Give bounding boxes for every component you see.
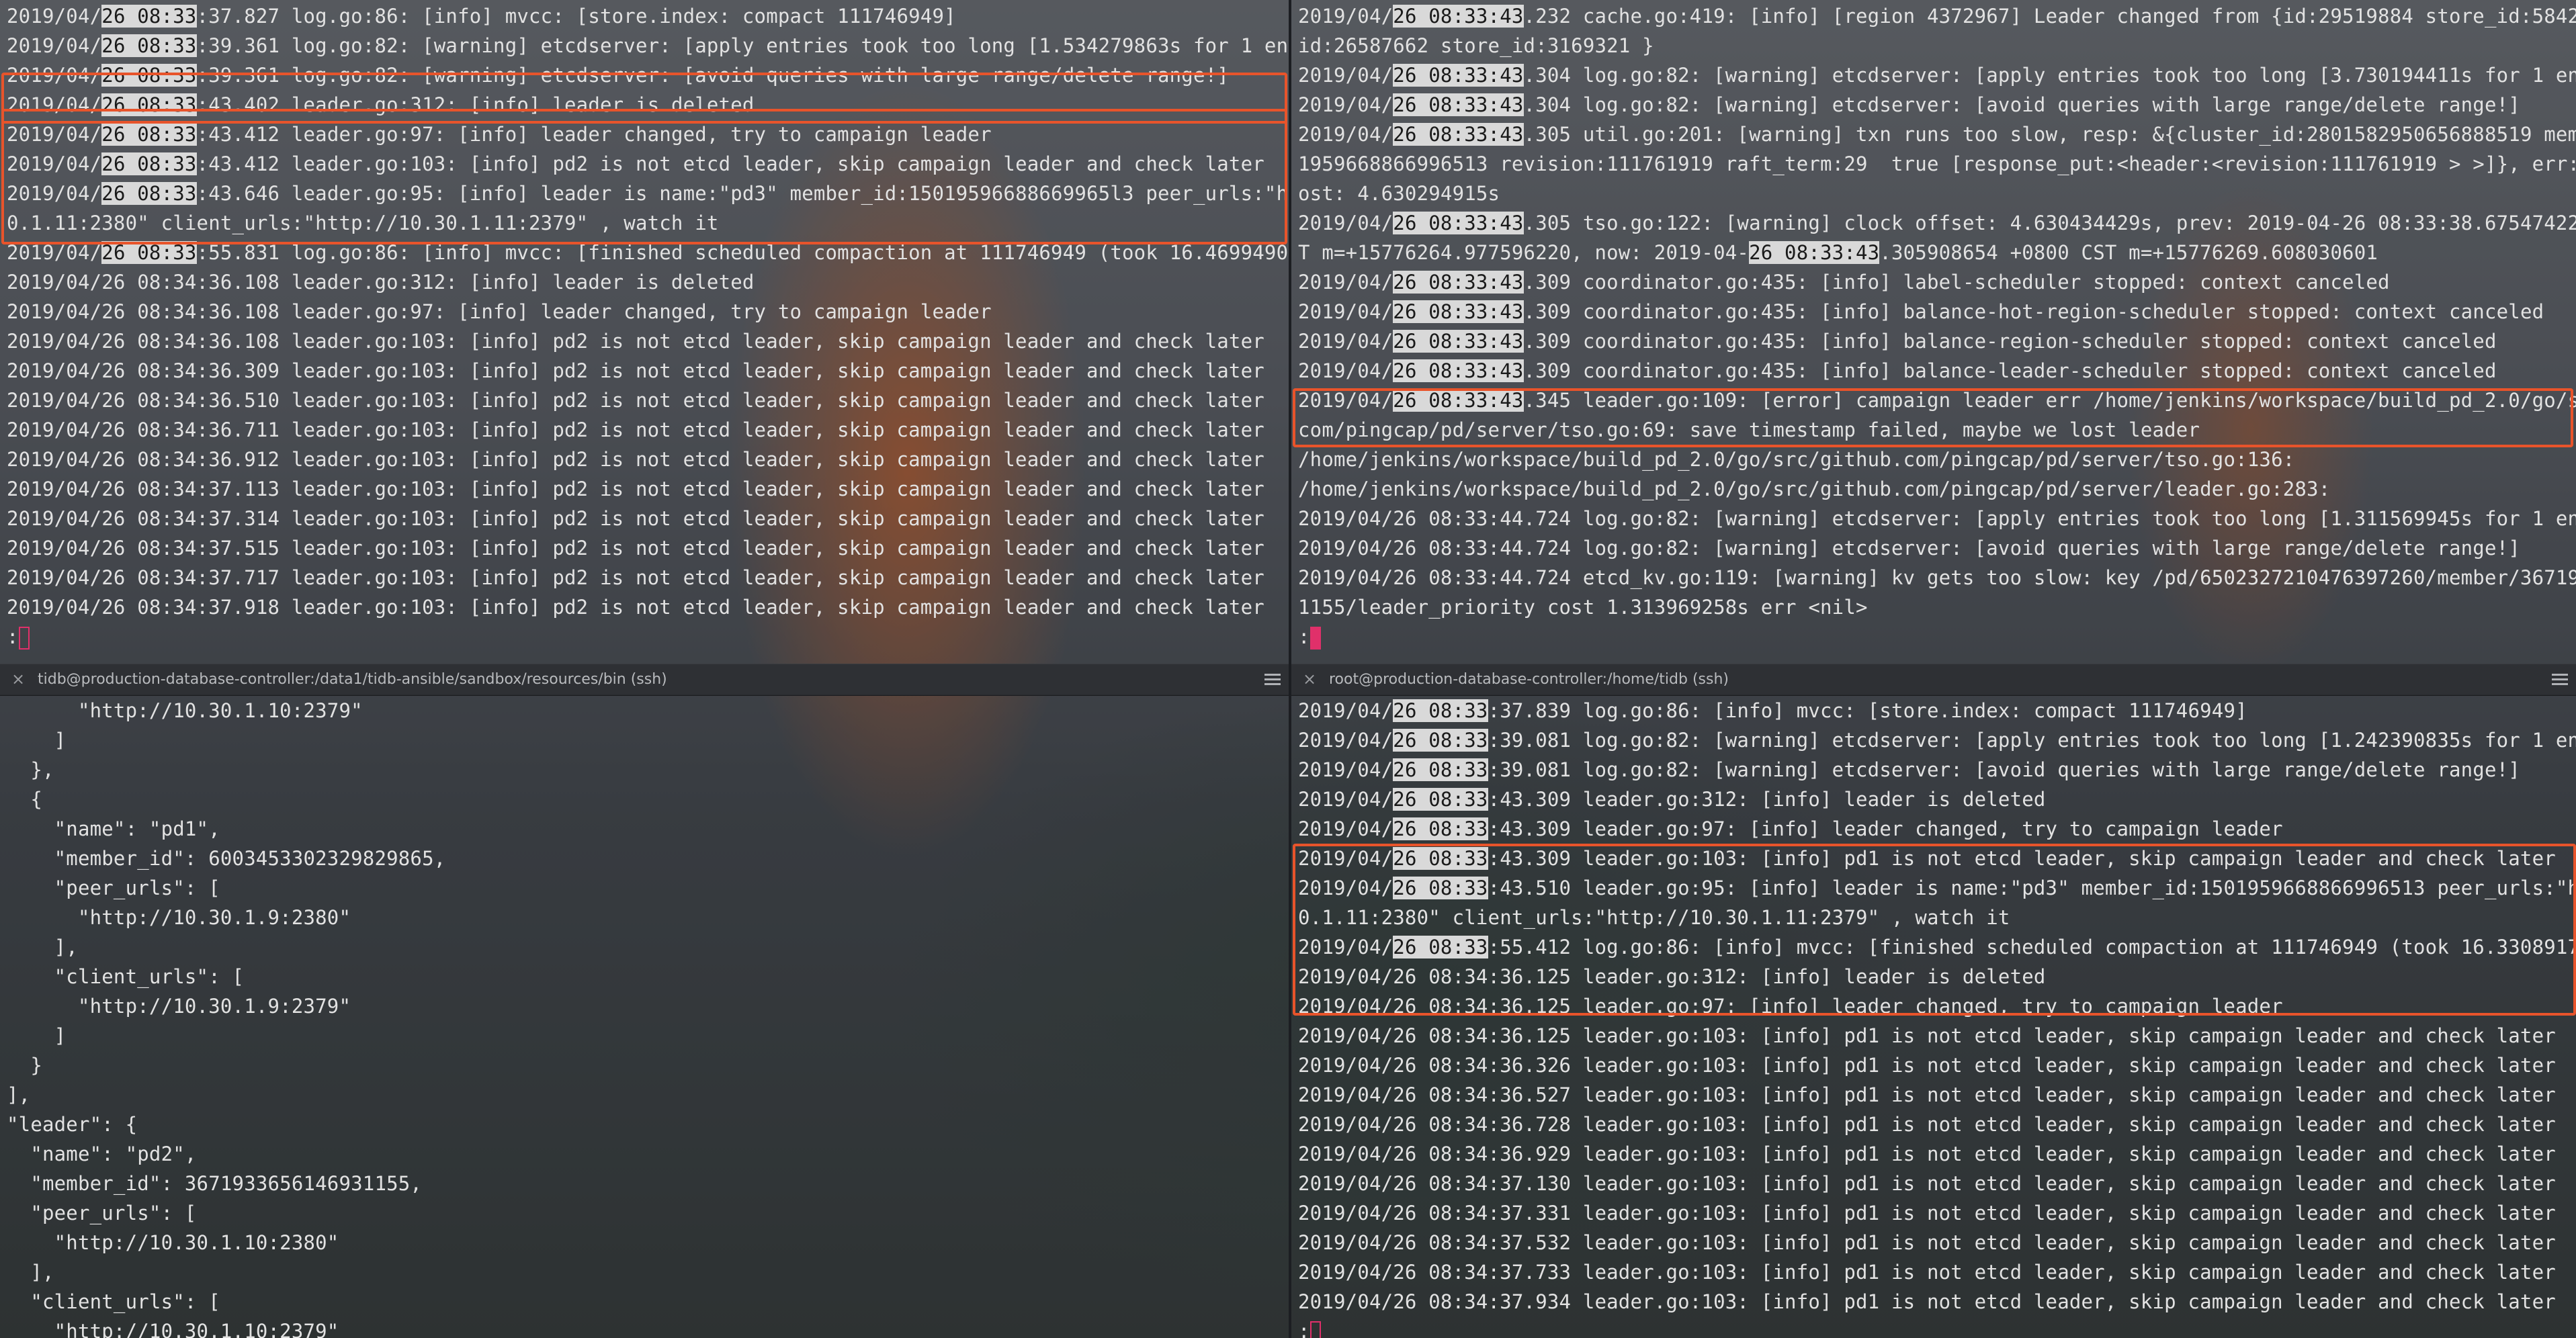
command-prompt[interactable]: : [1298,622,2576,652]
hamburger-menu-icon[interactable] [1264,674,1281,686]
log-line: 2019/04/26 08:34:36.912 leader.go:103: [… [7,448,1264,471]
log-line: 2019/04/26 08:33:44.724 log.go:82: [warn… [1298,507,2576,530]
log-line: 2019/04/26 08:34:36.510 leader.go:103: [… [7,389,1264,412]
log-line: 2019/04/26 08:33:43.232 cache.go:419: [i… [1298,5,2576,28]
log-line: 2019/04/26 08:34:37.130 leader.go:103: [… [1298,1172,2556,1195]
log-line: "member_id": 3671933656146931155, [7,1172,423,1195]
terminal-pane-top-right[interactable]: 2019/04/26 08:33:43.232 cache.go:419: [i… [1291,0,2576,664]
log-line: 2019/04/26 08:33:43.309 coordinator.go:4… [1298,300,2544,323]
log-line: /home/jenkins/workspace/build_pd_2.0/go/… [1298,448,2295,471]
hamburger-menu-icon[interactable] [2552,674,2568,686]
log-line: "http://10.30.1.10:2379" [7,1320,339,1338]
log-line: 2019/04/26 08:33:43.309 leader.go:312: [… [1298,788,2046,811]
log-line: /home/jenkins/workspace/build_pd_2.0/go/… [1298,478,2331,500]
log-line: "http://10.30.1.9:2379" [7,995,351,1018]
log-line: 2019/04/26 08:33:44.724 log.go:82: [warn… [1298,537,2520,560]
log-line: 2019/04/26 08:34:36.326 leader.go:103: [… [1298,1054,2556,1077]
json-output: "http://10.30.1.10:2379" ] }, { "name": … [7,696,445,1338]
pane-title: root@production-database-controller:/hom… [1329,671,1729,688]
log-line: "http://10.30.1.9:2380" [7,906,351,929]
log-line: 2019/04/26 08:33:43.304 log.go:82: [warn… [1298,64,2576,87]
log-line: 2019/04/26 08:33:43.309 leader.go:97: [i… [1298,817,2283,840]
log-line: 2019/04/26 08:34:37.515 leader.go:103: [… [7,537,1264,560]
log-output: 2019/04/26 08:33:43.232 cache.go:419: [i… [1298,1,2576,652]
log-line: 2019/04/26 08:34:36.108 leader.go:103: [… [7,330,1264,353]
log-line: 2019/04/26 08:33:43.304 log.go:82: [warn… [1298,93,2520,116]
log-line: T m=+15776264.977596220, now: 2019-04-26… [1298,241,2378,264]
log-line: 2019/04/26 08:34:37.331 leader.go:103: [… [1298,1202,2556,1224]
log-line: "client_urls": [ [7,1290,220,1313]
log-line: 2019/04/26 08:34:37.918 leader.go:103: [… [7,596,1264,619]
text-cursor [1310,627,1321,650]
log-line: 2019/04/26 08:33:37.827 log.go:86: [info… [7,5,956,28]
log-line: 2019/04/26 08:34:36.711 leader.go:103: [… [7,418,1264,441]
log-line: 2019/04/26 08:34:37.532 leader.go:103: [… [1298,1231,2556,1254]
close-icon[interactable]: × [9,670,27,688]
terminal-pane-top-left[interactable]: 2019/04/26 08:33:37.827 log.go:86: [info… [0,0,1289,664]
text-cursor [1310,1321,1321,1338]
log-line: 2019/04/26 08:34:37.113 leader.go:103: [… [7,478,1264,500]
log-line: 2019/04/26 08:33:43.309 coordinator.go:4… [1298,330,2497,353]
log-line: 1155/leader_priority cost 1.313969258s e… [1298,596,1868,619]
pane-titlebar[interactable]: × tidb@production-database-controller:/d… [0,664,1289,696]
log-line: 2019/04/26 08:33:43.309 coordinator.go:4… [1298,359,2497,382]
log-line: 2019/04/26 08:34:36.728 leader.go:103: [… [1298,1113,2556,1136]
log-line: ost: 4.630294915s [1298,182,1500,205]
highlight-box [1293,844,2576,1016]
log-line: 2019/04/26 08:34:37.717 leader.go:103: [… [7,566,1264,589]
log-line: 2019/04/26 08:33:39.361 log.go:82: [warn… [7,34,1289,57]
log-line: "leader": { [7,1113,138,1136]
log-line: 2019/04/26 08:33:44.724 etcd_kv.go:119: … [1298,566,2576,589]
log-line: }, [7,758,54,781]
terminal-pane-bottom-left[interactable]: "http://10.30.1.10:2379" ] }, { "name": … [0,695,1289,1338]
log-line: "peer_urls": [ [7,1202,197,1224]
log-line: id:26587662 store_id:3169321 } [1298,34,1654,57]
command-prompt[interactable]: : [1298,1317,2576,1338]
log-line: 2019/04/26 08:33:37.839 log.go:86: [info… [1298,699,2247,722]
terminal-pane-bottom-right[interactable]: 2019/04/26 08:33:37.839 log.go:86: [info… [1291,695,2576,1338]
log-line: 2019/04/26 08:33:43.305 tso.go:122: [war… [1298,212,2576,234]
log-line: 2019/04/26 08:34:36.527 leader.go:103: [… [1298,1083,2556,1106]
close-icon[interactable]: × [1301,670,1318,688]
log-line: ], [7,936,78,958]
log-line: "http://10.30.1.10:2380" [7,1231,339,1254]
log-line: } [7,1054,42,1077]
log-line: ], [7,1261,54,1284]
log-line: "peer_urls": [ [7,877,220,899]
log-line: { [7,788,42,811]
log-line: 2019/04/26 08:34:36.929 leader.go:103: [… [1298,1143,2556,1165]
log-line: 2019/04/26 08:33:39.081 log.go:82: [warn… [1298,758,2520,781]
log-line: "client_urls": [ [7,965,245,988]
pane-titlebar[interactable]: × root@production-database-controller:/h… [1291,664,2576,696]
highlight-box [1293,388,2573,447]
log-line: 2019/04/26 08:34:36.125 leader.go:103: [… [1298,1024,2556,1047]
log-line: ] [7,1024,67,1047]
log-line: 2019/04/26 08:34:36.108 leader.go:97: [i… [7,300,992,323]
log-line: ], [7,1083,31,1106]
log-line: "member_id": 6003453302329829865, [7,847,446,870]
log-output: 2019/04/26 08:33:37.839 log.go:86: [info… [1298,696,2576,1338]
pane-title: tidb@production-database-controller:/dat… [38,671,667,688]
log-line: 2019/04/26 08:33:39.081 log.go:82: [warn… [1298,729,2576,752]
log-line: ] [7,729,67,752]
log-line: 1959668866996513 revision:111761919 raft… [1298,152,2576,175]
log-line: 2019/04/26 08:33:43.305 util.go:201: [wa… [1298,123,2576,146]
log-line: 2019/04/26 08:34:37.314 leader.go:103: [… [7,507,1264,530]
log-line: 2019/04/26 08:34:36.108 leader.go:312: [… [7,271,755,294]
log-line: 2019/04/26 08:34:37.733 leader.go:103: [… [1298,1261,2556,1284]
log-line: "http://10.30.1.10:2379" [7,699,363,722]
log-line: 2019/04/26 08:34:36.309 leader.go:103: [… [7,359,1264,382]
log-line: 2019/04/26 08:34:37.934 leader.go:103: [… [1298,1290,2556,1313]
highlight-box [1,109,1287,244]
text-cursor [18,627,30,650]
log-line: "name": "pd1", [7,817,220,840]
command-prompt[interactable]: : [7,622,1289,652]
log-line: "name": "pd2", [7,1143,197,1165]
log-line: 2019/04/26 08:33:43.309 coordinator.go:4… [1298,271,2390,294]
